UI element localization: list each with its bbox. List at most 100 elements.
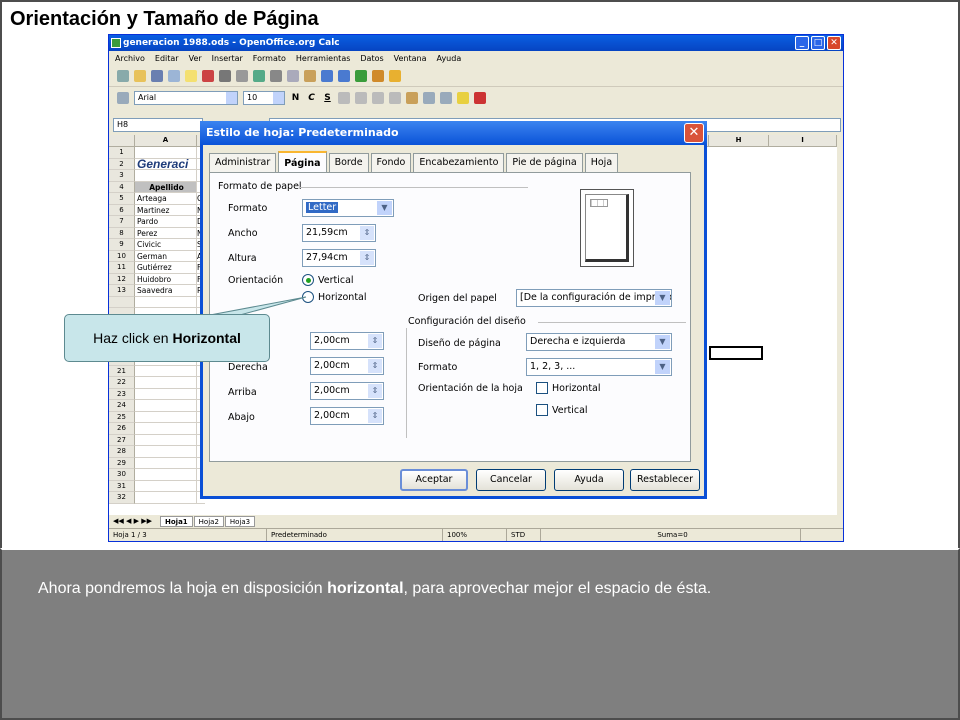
column-header[interactable]: I: [769, 135, 837, 147]
cell[interactable]: Martinez: [135, 204, 197, 216]
cell[interactable]: Generaci: [135, 158, 197, 170]
page-layout-dropdown[interactable]: Derecha e izquierda ▼: [526, 333, 672, 351]
row-header[interactable]: 26: [109, 423, 135, 435]
row-header[interactable]: 22: [109, 377, 135, 389]
cell[interactable]: [135, 480, 197, 492]
horizontal-radio-label[interactable]: Horizontal: [318, 292, 367, 303]
row-header[interactable]: 30: [109, 469, 135, 481]
row-header[interactable]: 31: [109, 480, 135, 492]
align-left-icon[interactable]: [338, 92, 350, 104]
menu-item[interactable]: Ventana: [394, 54, 427, 63]
currency-icon[interactable]: [406, 92, 418, 104]
font-name-select[interactable]: Arial: [134, 91, 238, 105]
percent-icon[interactable]: [423, 92, 435, 104]
cell[interactable]: Apellido: [135, 181, 197, 193]
menu-item[interactable]: Ver: [189, 54, 202, 63]
cell[interactable]: [135, 434, 197, 446]
cell[interactable]: [135, 492, 197, 504]
cell[interactable]: [135, 377, 197, 389]
menu-item[interactable]: Editar: [155, 54, 179, 63]
row-header[interactable]: 21: [109, 365, 135, 377]
sheet-vertical-checkbox[interactable]: [536, 404, 548, 416]
cell[interactable]: Civicic: [135, 239, 197, 251]
menu-item[interactable]: Ayuda: [437, 54, 462, 63]
dialog-tab[interactable]: Pie de página: [506, 153, 583, 173]
row-header[interactable]: 8: [109, 227, 135, 239]
cell[interactable]: [135, 388, 197, 400]
left-margin-spinner[interactable]: 2,00cm: [310, 332, 384, 350]
sheet-tab-1[interactable]: Hoja1: [160, 515, 193, 527]
width-spinner[interactable]: 21,59cm: [302, 224, 376, 242]
row-header[interactable]: 29: [109, 457, 135, 469]
background-color-icon[interactable]: [457, 92, 469, 104]
align-right-icon[interactable]: [372, 92, 384, 104]
sheet-tab-2[interactable]: Hoja2: [193, 515, 224, 527]
row-header[interactable]: 2: [109, 158, 135, 170]
cell[interactable]: [135, 400, 197, 412]
vertical-radio[interactable]: [302, 274, 314, 286]
undo-icon[interactable]: [321, 69, 333, 82]
row-header[interactable]: 5: [109, 193, 135, 205]
cell[interactable]: [135, 411, 197, 423]
row-header[interactable]: 28: [109, 446, 135, 458]
cell[interactable]: Arteaga: [135, 193, 197, 205]
row-header[interactable]: 27: [109, 434, 135, 446]
minimize-icon[interactable]: _: [795, 36, 809, 50]
cell[interactable]: [135, 423, 197, 435]
corner-cell[interactable]: [109, 135, 135, 147]
name-box[interactable]: H8: [113, 118, 203, 132]
number-format-dropdown[interactable]: 1, 2, 3, ... ▼: [526, 358, 672, 376]
open-icon[interactable]: [134, 69, 146, 82]
help-button[interactable]: Ayuda: [554, 469, 624, 491]
help-icon[interactable]: [389, 69, 401, 82]
sheet-nav-arrows[interactable]: ◀◀ ◀ ▶ ▶▶: [109, 517, 159, 525]
dialog-tab[interactable]: Encabezamiento: [413, 153, 505, 173]
horizontal-radio[interactable]: [302, 291, 314, 303]
justify-icon[interactable]: [389, 92, 401, 104]
font-size-select[interactable]: 10: [243, 91, 285, 105]
cell[interactable]: Gutiérrez: [135, 262, 197, 274]
font-color-icon[interactable]: [474, 92, 486, 104]
row-header[interactable]: 4: [109, 181, 135, 193]
styles-icon[interactable]: [117, 92, 129, 104]
bottom-margin-spinner[interactable]: 2,00cm: [310, 407, 384, 425]
cell[interactable]: Huidobro: [135, 273, 197, 285]
row-header[interactable]: 9: [109, 239, 135, 251]
dialog-tab[interactable]: Página: [278, 151, 327, 173]
bold-button[interactable]: N: [290, 93, 301, 103]
row-header[interactable]: 3: [109, 170, 135, 182]
right-margin-spinner[interactable]: 2,00cm: [310, 357, 384, 375]
paste-icon[interactable]: [304, 69, 316, 82]
sheet-horizontal-checkbox[interactable]: [536, 382, 548, 394]
ok-button[interactable]: Aceptar: [400, 469, 468, 491]
sheet-horizontal-label[interactable]: Horizontal: [552, 383, 601, 394]
cell[interactable]: Perez: [135, 227, 197, 239]
status-zoom[interactable]: 100%: [443, 529, 507, 541]
print-icon[interactable]: [219, 69, 231, 82]
cell[interactable]: [135, 365, 197, 377]
edit-icon[interactable]: [185, 69, 197, 82]
row-header[interactable]: 12: [109, 273, 135, 285]
spellcheck-icon[interactable]: [253, 69, 265, 82]
column-header[interactable]: H: [709, 135, 769, 147]
close-icon[interactable]: ✕: [827, 36, 841, 50]
cell[interactable]: [135, 457, 197, 469]
chart-icon[interactable]: [355, 69, 367, 82]
pdf-icon[interactable]: [202, 69, 214, 82]
sheet-vertical-label[interactable]: Vertical: [552, 405, 588, 416]
dialog-tab[interactable]: Borde: [328, 153, 369, 173]
row-header[interactable]: 6: [109, 204, 135, 216]
cell[interactable]: [135, 170, 197, 182]
cell[interactable]: German: [135, 250, 197, 262]
row-header[interactable]: 10: [109, 250, 135, 262]
preview-icon[interactable]: [236, 69, 248, 82]
reset-button[interactable]: Restablecer: [630, 469, 700, 491]
cell[interactable]: [135, 469, 197, 481]
cell[interactable]: [135, 296, 197, 308]
underline-button[interactable]: S: [322, 93, 333, 103]
copy-icon[interactable]: [287, 69, 299, 82]
cell[interactable]: Saavedra: [135, 285, 197, 297]
cut-icon[interactable]: [270, 69, 282, 82]
menu-item[interactable]: Insertar: [212, 54, 243, 63]
row-header[interactable]: 11: [109, 262, 135, 274]
